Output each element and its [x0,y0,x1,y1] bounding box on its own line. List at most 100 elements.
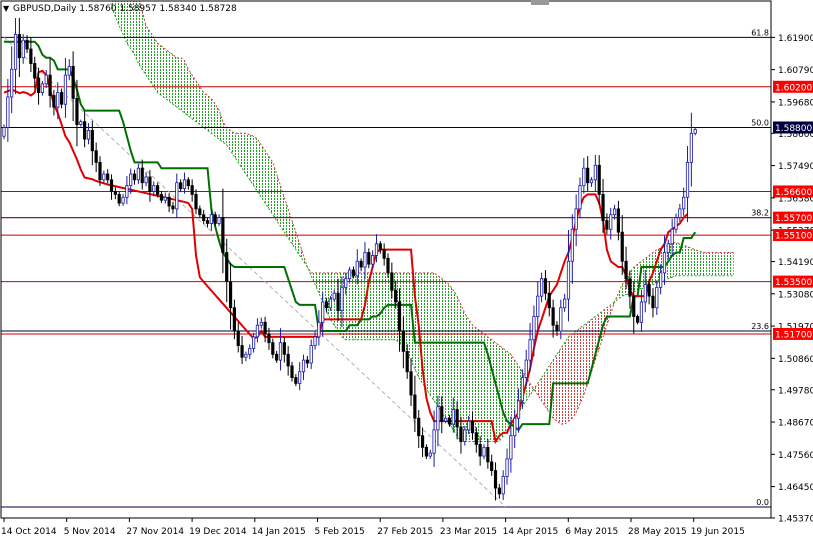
candle-body [513,417,517,437]
candle-body [13,34,18,70]
candle-body [2,127,6,137]
cloud-segment [718,252,723,276]
cloud-segment [172,54,177,108]
candle-body [202,214,206,221]
cloud-segment [434,272,438,407]
candle-body [662,252,667,274]
level-label: 1.55100 [775,232,812,242]
candle-body [451,409,455,425]
candle-body [363,252,367,268]
candle-body [524,359,528,378]
candle-body [321,301,325,323]
cloud-segment [545,365,550,413]
candle-body [90,129,94,152]
candle-body [693,129,697,134]
candle-body [601,193,605,221]
candle-body [140,167,144,184]
y-tick-label: 1.46450 [778,483,813,493]
candle-body [597,164,601,195]
symbol-info: GBPUSD,Daily 1.58760 1.58957 1.58340 1.5… [13,4,237,14]
candle-body [213,214,217,224]
candle-body [286,353,290,367]
candle-body [666,243,670,253]
candle-body [685,161,690,198]
candle-body [382,249,386,259]
cloud-segment [449,284,454,430]
level-label: 1.56600 [775,188,812,198]
candle-body [121,196,125,204]
candle-body [467,420,471,431]
candle-body [497,487,501,495]
y-tick-label: 1.60790 [778,66,813,76]
candle-body [290,365,294,378]
candle-body [309,345,313,364]
candle-body [344,278,348,288]
cloud-segment [211,98,216,137]
candle-body [636,316,640,323]
candle-body [175,182,179,210]
cloud-segment [695,249,700,276]
cloud-segment [188,69,193,119]
candle-body [401,330,405,352]
candle-body [670,228,674,245]
x-tick-label: 14 Apr 2015 [503,527,559,537]
y-tick-label: 1.59680 [778,98,813,108]
cloud-segment [572,331,577,419]
candle-body [616,208,621,233]
candle-body [67,66,71,76]
candle-body [102,173,106,181]
fib-label: 61.8 [751,28,769,37]
fib-label: 23.6 [751,322,769,331]
cloud-segment [249,134,254,186]
candle-body [171,205,175,210]
x-tick-label: 14 Jan 2015 [252,527,306,537]
cloud-segment [196,80,200,125]
cloud-segment [556,348,561,425]
cloud-segment [169,51,173,105]
candle-body [659,272,663,288]
candle-body [132,173,137,181]
x-tick-label: 5 Feb 2015 [315,527,365,537]
candle-body [267,333,271,344]
candle-body [374,243,379,256]
candle-body [351,269,356,277]
candle-body [574,208,578,230]
candle-body [432,429,436,454]
candle-body [94,150,98,163]
chart-window: 1.61900 1.60790 1.59680 1.58600 1.57490 1.563… [0,0,813,538]
cloud-segment [441,278,446,419]
candle-body [540,278,544,297]
candle-body [179,182,183,189]
level-label: 1.60200 [775,83,812,93]
toolbar-tab[interactable] [531,0,549,5]
candle-body [532,316,536,341]
gbpusd-daily-chart[interactable]: 1.619001.607901.596801.586001.574901.563… [0,0,813,538]
candle-body [17,34,21,59]
candle-body [113,191,117,195]
cloud-segment [480,331,484,442]
collapse-arrow-icon[interactable]: ▼ [3,4,10,13]
candle-body [63,74,68,105]
candle-body [298,371,302,384]
candle-body [255,324,260,338]
candle-body [60,92,64,105]
candle-body [98,161,102,181]
x-tick-label: 27 Feb 2015 [377,527,433,537]
candle-body [221,217,225,253]
cloud-segment [445,281,450,425]
cloud-segment [165,48,170,102]
candle-body [75,98,79,125]
cloud-segment [146,25,150,81]
y-tick-label: 1.49780 [778,386,813,396]
candle-body [563,298,567,309]
cloud-segment [180,57,185,113]
candle-body [689,132,693,163]
candle-body [459,426,463,442]
cloud-segment [372,272,377,340]
candle-body [275,353,279,361]
candle-body [340,287,344,312]
cloud-segment [683,245,688,276]
candle-body [71,66,75,99]
cloud-segment [253,136,258,192]
candle-body [455,409,459,428]
